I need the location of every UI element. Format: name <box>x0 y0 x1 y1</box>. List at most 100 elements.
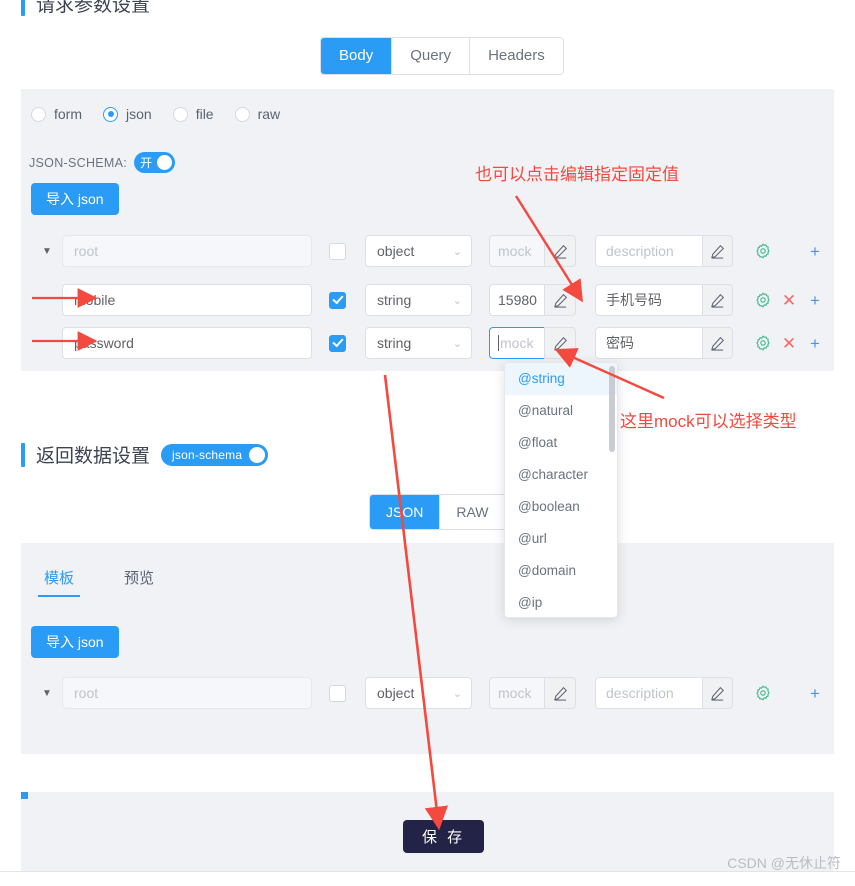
description-input[interactable]: 手机号码 <box>595 284 702 316</box>
gear-icon[interactable] <box>750 335 776 351</box>
mock-input-group[interactable]: mock <box>489 235 576 267</box>
expand-caret-icon[interactable]: ▼ <box>42 688 62 699</box>
dropdown-option-ip[interactable]: @ip <box>505 587 617 617</box>
chevron-down-icon: ⌄ <box>452 337 462 350</box>
tab-headers[interactable]: Headers <box>470 38 563 74</box>
response-format-tab-group[interactable]: JSON RAW <box>369 494 506 530</box>
radio-file[interactable]: file <box>172 106 214 122</box>
type-select[interactable]: object ⌄ <box>365 235 472 267</box>
description-input-group[interactable]: 密码 <box>595 327 733 359</box>
type-select[interactable]: string ⌄ <box>365 284 472 316</box>
dropdown-option-character[interactable]: @character <box>505 459 617 491</box>
mock-edit-pencil-icon[interactable] <box>544 235 576 267</box>
request-section-title-text: 请求参数设置 <box>36 0 151 16</box>
dropdown-option-natural[interactable]: @natural <box>505 395 617 427</box>
description-input[interactable]: description <box>595 677 702 709</box>
dropdown-option-float[interactable]: @float <box>505 427 617 459</box>
mock-type-dropdown[interactable]: @string @natural @float @character @bool… <box>504 362 618 618</box>
dropdown-scrollbar[interactable] <box>609 366 615 452</box>
mock-input[interactable]: mock <box>489 677 544 709</box>
tab-raw[interactable]: RAW <box>440 495 505 529</box>
required-checkbox[interactable] <box>329 242 346 260</box>
request-tab-group[interactable]: Body Query Headers <box>320 37 564 75</box>
required-checkbox[interactable] <box>329 334 346 352</box>
description-input[interactable]: description <box>595 235 702 267</box>
row-actions: + <box>750 685 828 702</box>
chevron-down-icon: ⌄ <box>452 294 462 307</box>
field-name-input[interactable]: mobile <box>62 284 312 316</box>
delete-field-icon[interactable]: ✕ <box>776 335 802 352</box>
add-field-icon[interactable]: + <box>802 685 828 702</box>
chevron-down-icon: ⌄ <box>452 245 462 258</box>
dropdown-option-domain[interactable]: @domain <box>505 555 617 587</box>
tab-body[interactable]: Body <box>321 38 393 74</box>
radio-form-label: form <box>54 106 82 122</box>
response-sub-tab-group[interactable]: 模板 预览 <box>37 567 204 597</box>
radio-raw[interactable]: raw <box>234 106 281 122</box>
description-edit-pencil-icon[interactable] <box>702 235 733 267</box>
page-root: 请求参数设置 Body Query Headers form json file… <box>0 0 855 886</box>
row-actions: ✕ + <box>750 292 828 309</box>
dropdown-option-boolean[interactable]: @boolean <box>505 491 617 523</box>
description-edit-pencil-icon[interactable] <box>702 677 733 709</box>
radio-json[interactable]: json <box>103 106 152 122</box>
tab-template[interactable]: 模板 <box>37 567 81 597</box>
add-field-icon[interactable]: + <box>802 335 828 352</box>
add-field-icon[interactable]: + <box>802 292 828 309</box>
field-name-input[interactable]: password <box>62 327 312 359</box>
description-edit-pencil-icon[interactable] <box>702 284 733 316</box>
mock-input-placeholder: mock <box>500 335 534 351</box>
mock-input[interactable]: mock <box>489 235 544 267</box>
tab-preview[interactable]: 预览 <box>124 567 154 597</box>
tab-query[interactable]: Query <box>392 38 471 74</box>
type-select-value: string <box>377 292 412 308</box>
field-name-input[interactable]: root <box>62 677 312 709</box>
radio-file-label: file <box>195 106 214 122</box>
gear-icon[interactable] <box>750 685 776 701</box>
json-schema-toggle-row: JSON-SCHEMA: 开 <box>29 152 176 173</box>
radio-raw-label: raw <box>257 106 281 122</box>
mock-input-group[interactable]: mock <box>489 677 576 709</box>
import-json-button-response[interactable]: 导入 json <box>31 626 119 658</box>
mock-edit-pencil-icon[interactable] <box>544 327 576 359</box>
type-select[interactable]: object ⌄ <box>365 677 472 709</box>
description-input-group[interactable]: description <box>595 677 733 709</box>
type-select[interactable]: string ⌄ <box>365 327 472 359</box>
save-button[interactable]: 保 存 <box>403 820 485 853</box>
required-checkbox[interactable] <box>329 684 346 702</box>
description-edit-pencil-icon[interactable] <box>702 327 733 359</box>
body-type-radio-group[interactable]: form json file raw <box>31 106 301 122</box>
gear-icon[interactable] <box>750 292 776 308</box>
response-schema-label: json-schema <box>172 447 243 462</box>
switch-knob <box>157 155 173 170</box>
title-accent-bar <box>21 442 25 467</box>
add-field-icon[interactable]: + <box>802 243 828 260</box>
mock-edit-pencil-icon[interactable] <box>544 284 576 316</box>
type-select-value: object <box>377 685 415 701</box>
response-schema-toggle[interactable]: json-schema <box>161 443 269 466</box>
json-schema-switch[interactable]: 开 <box>134 152 176 173</box>
mock-input-group[interactable]: mock <box>489 327 576 359</box>
mock-input[interactable]: 15980 <box>489 284 544 316</box>
json-schema-label: JSON-SCHEMA: <box>29 155 128 170</box>
schema-row-mobile: ▼ mobile string ⌄ 15980 手机号码 ✕ + <box>42 284 828 316</box>
description-input-group[interactable]: 手机号码 <box>595 284 733 316</box>
expand-caret-icon[interactable]: ▼ <box>42 246 62 257</box>
response-section-title: 返回数据设置 json-schema <box>21 441 269 468</box>
import-json-button-request[interactable]: 导入 json <box>31 183 119 215</box>
mock-input-group[interactable]: 15980 <box>489 284 576 316</box>
description-input-group[interactable]: description <box>595 235 733 267</box>
dropdown-option-url[interactable]: @url <box>505 523 617 555</box>
delete-field-icon[interactable]: ✕ <box>776 292 802 309</box>
field-name-input[interactable]: root <box>62 235 312 267</box>
required-checkbox[interactable] <box>329 291 346 309</box>
gear-icon[interactable] <box>750 243 776 259</box>
radio-form[interactable]: form <box>31 106 82 122</box>
mock-input[interactable]: mock <box>489 327 544 359</box>
type-select-value: object <box>377 243 415 259</box>
radio-circle-icon <box>31 106 46 122</box>
dropdown-option-string[interactable]: @string <box>505 363 617 395</box>
description-input[interactable]: 密码 <box>595 327 702 359</box>
mock-edit-pencil-icon[interactable] <box>544 677 576 709</box>
tab-json[interactable]: JSON <box>370 495 441 529</box>
